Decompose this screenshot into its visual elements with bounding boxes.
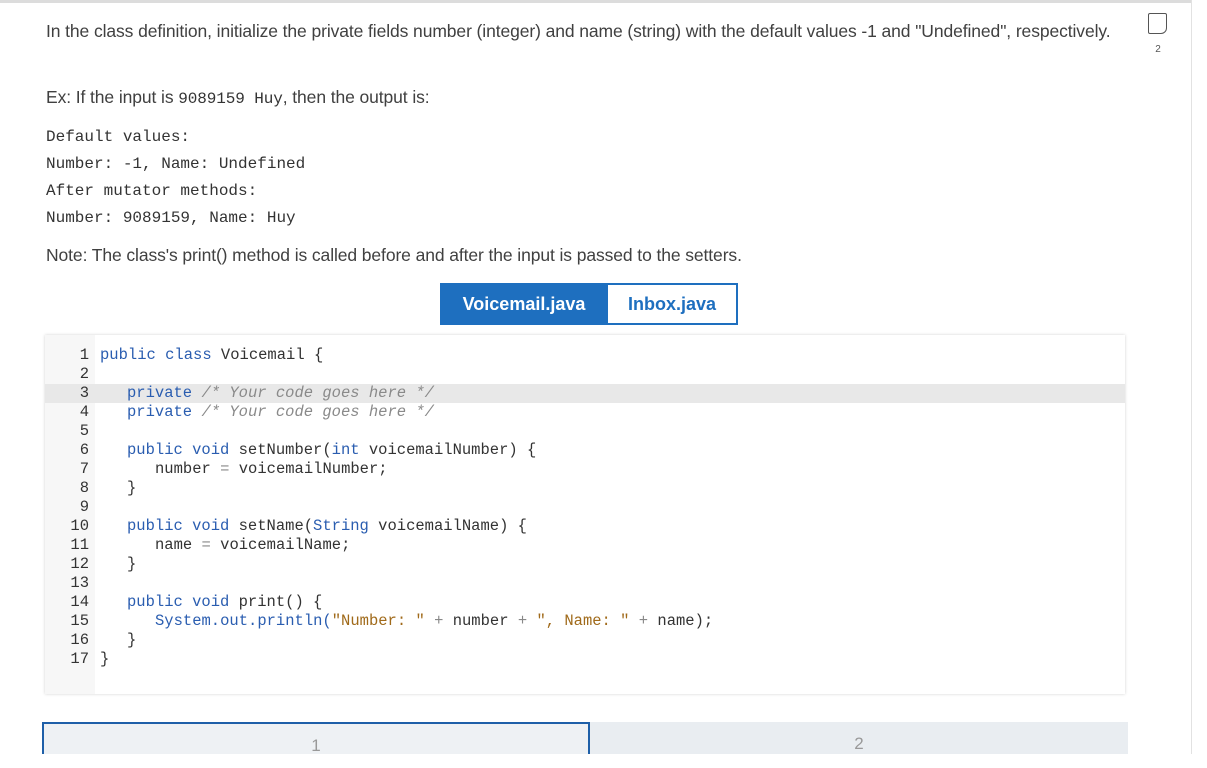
code-line[interactable]: 4 private /* Your code goes here */ [45, 403, 1125, 422]
example-output: Default values: Number: -1, Name: Undefi… [46, 124, 305, 232]
code-line[interactable]: 14 public void print() { [45, 593, 1125, 612]
code-lines: 1 public class Voicemail { 2 3 private /* … [45, 346, 1125, 669]
code-line[interactable]: 10 public void setName(String voicemailNa… [45, 517, 1125, 536]
tab-inbox-java[interactable]: Inbox.java [608, 283, 738, 325]
output-line: Number: -1, Name: Undefined [46, 155, 306, 173]
code-line[interactable]: 12} [45, 555, 1125, 574]
code-line-active[interactable]: 3 private /* Your code goes here */ [45, 384, 1125, 403]
line-number: 7 [79, 460, 89, 478]
flag-count: 2 [1155, 44, 1161, 55]
code-line[interactable]: 5 [45, 422, 1125, 441]
right-gutter [1192, 0, 1207, 754]
level-selector: 1 2 [42, 722, 1128, 755]
code-line[interactable]: 6 public void setNumber(int voicemailNumb… [45, 441, 1125, 460]
line-number: 13 [70, 574, 89, 592]
example-suffix: , then the output is: [282, 87, 430, 107]
line-number: 15 [70, 612, 89, 630]
file-tabs: Voicemail.java Inbox.java [440, 283, 738, 325]
line-number: 16 [70, 631, 89, 649]
example-intro: Ex: If the input is 9089159 Huy, then th… [46, 84, 1126, 113]
line-number: 6 [79, 441, 89, 459]
code-line[interactable]: 8} [45, 479, 1125, 498]
line-number: 8 [79, 479, 89, 497]
code-line[interactable]: 16} [45, 631, 1125, 650]
example-input: 9089159 Huy [178, 90, 283, 108]
level-2-button[interactable]: 2 [590, 722, 1128, 754]
line-number: 1 [79, 346, 89, 364]
code-line[interactable]: 17} [45, 650, 1125, 669]
code-line[interactable]: 13 [45, 574, 1125, 593]
code-editor[interactable]: 1 public class Voicemail { 2 3 private /* … [45, 335, 1125, 694]
output-line: Number: 9089159, Name: Huy [46, 209, 296, 227]
instructions-text: In the class definition, initialize the … [46, 21, 1111, 41]
code-line[interactable]: 15 System.out.println("Number: " + number… [45, 612, 1125, 631]
line-number: 10 [70, 517, 89, 535]
line-number: 11 [70, 536, 89, 554]
tab-voicemail-java[interactable]: Voicemail.java [440, 283, 608, 325]
line-number: 3 [79, 384, 89, 402]
level-1-button[interactable]: 1 [42, 722, 590, 755]
code-line[interactable]: 1 public class Voicemail { [45, 346, 1125, 365]
line-number: 14 [70, 593, 89, 611]
note-text: Note: The class's print() method is call… [46, 245, 742, 265]
flag-icon[interactable] [1148, 13, 1167, 34]
example-prefix: Ex: If the input is [46, 87, 179, 107]
line-number: 5 [79, 422, 89, 440]
line-number: 12 [70, 555, 89, 573]
line-number: 9 [79, 498, 89, 516]
code-line[interactable]: 2 [45, 365, 1125, 384]
code-line[interactable]: 7 number = voicemailNumber; [45, 460, 1125, 479]
line-number: 17 [70, 650, 89, 668]
line-number: 2 [79, 365, 89, 383]
line-number: 4 [79, 403, 89, 421]
top-divider [0, 0, 1207, 3]
code-line[interactable]: 11 name = voicemailName; [45, 536, 1125, 555]
code-line[interactable]: 9 [45, 498, 1125, 517]
output-line: Default values: [46, 128, 191, 146]
output-line: After mutator methods: [46, 182, 258, 200]
